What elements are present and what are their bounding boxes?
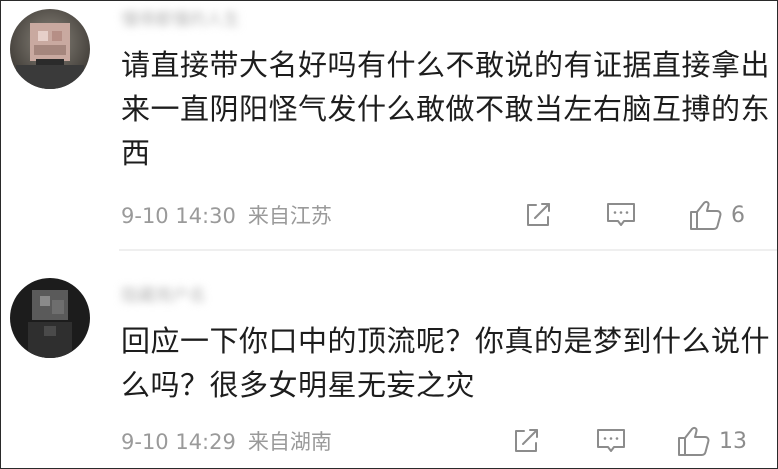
comment-text: 请直接带大名好吗有什么不敢说的有证据直接拿出来一直阴阳怪气发什么敢做不敢当左右脑…	[121, 48, 771, 170]
thumbs-up-icon	[690, 200, 722, 230]
reply-button[interactable]	[605, 197, 637, 233]
like-button[interactable]: 6	[689, 197, 745, 233]
like-button[interactable]: 13	[677, 423, 747, 459]
timestamp: 9-10 14:30	[121, 204, 236, 228]
thumbs-up-icon	[678, 426, 710, 456]
username[interactable]: 懂得都懂的人生	[121, 9, 240, 31]
comment-item: 隐藏用户名 回应一下你口中的顶流呢？你真的是梦到什么说什么吗？很多女明星无妄之灾…	[1, 263, 777, 468]
timestamp: 9-10 14:29	[121, 430, 236, 454]
share-icon	[527, 203, 550, 226]
share-button[interactable]	[511, 423, 541, 459]
comment-text: 回应一下你口中的顶流呢？你真的是梦到什么说什么吗？很多女明星无妄之灾	[121, 324, 771, 402]
location: 来自湖南	[247, 430, 332, 454]
share-icon	[515, 429, 538, 452]
username[interactable]: 隐藏用户名	[121, 285, 206, 307]
comment-list: 懂得都懂的人生 请直接带大名好吗有什么不敢说的有证据直接拿出来一直阴阳怪气发什么…	[0, 0, 778, 469]
comment-icon	[607, 203, 635, 226]
comment-meta: 9-10 14:30 来自江苏	[121, 201, 332, 231]
avatar[interactable]	[10, 278, 90, 358]
like-count: 13	[719, 428, 747, 454]
comment-icon	[597, 429, 625, 452]
share-button[interactable]	[523, 197, 553, 233]
location: 来自江苏	[247, 204, 332, 228]
divider	[119, 249, 777, 251]
avatar[interactable]	[10, 9, 90, 89]
like-count: 6	[731, 202, 745, 228]
comment-item: 懂得都懂的人生 请直接带大名好吗有什么不敢说的有证据直接拿出来一直阴阳怪气发什么…	[1, 1, 777, 249]
comment-meta: 9-10 14:29 来自湖南	[121, 427, 332, 457]
reply-button[interactable]	[595, 423, 627, 459]
